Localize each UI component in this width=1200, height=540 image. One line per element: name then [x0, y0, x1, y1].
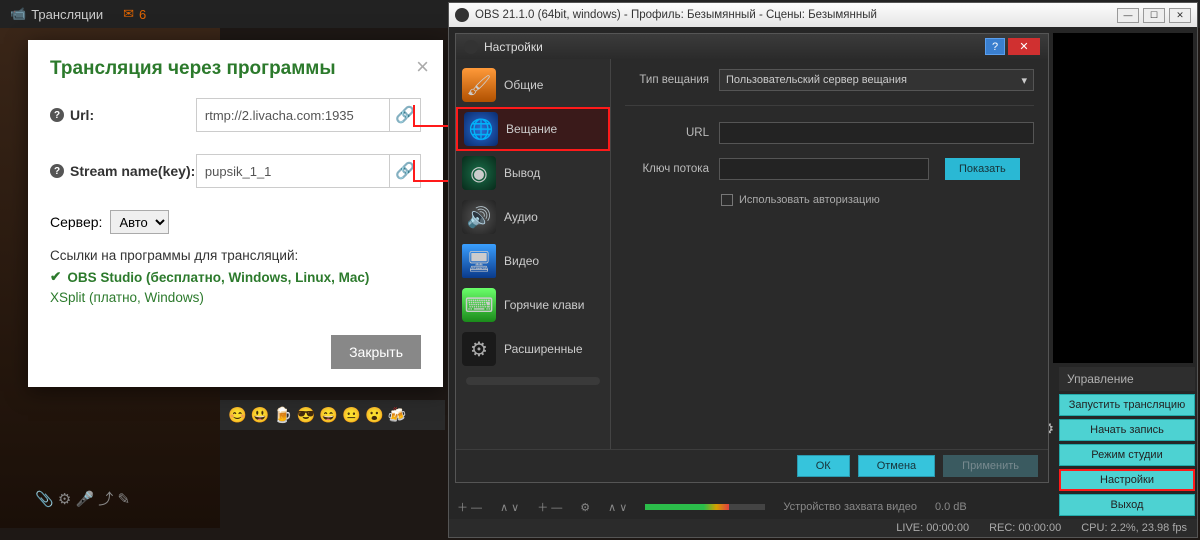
obs-key-input[interactable]	[719, 158, 929, 180]
nav-general[interactable]: 🖌Общие	[456, 63, 610, 107]
obs-url-input[interactable]	[719, 122, 1034, 144]
mixer-bar: ＋ — ∧ ∨ ＋ — ⚙ ∧ ∨ Устройство захвата вид…	[451, 497, 1195, 517]
close-button[interactable]: ✕	[1169, 8, 1191, 23]
help-button[interactable]: ?	[985, 38, 1005, 55]
server-label: Сервер:	[50, 214, 102, 230]
mixer-db: 0.0 dB	[935, 501, 967, 513]
nav-output[interactable]: ◉Вывод	[456, 151, 610, 195]
controls-heading: Управление	[1059, 367, 1195, 391]
start-stream-button[interactable]: Запустить трансляцию	[1059, 394, 1195, 416]
nav-hotkeys[interactable]: ⌨Горячие клави	[456, 283, 610, 327]
help-icon[interactable]: ?	[50, 164, 64, 178]
key-label: ?Stream name(key):	[50, 163, 196, 179]
audio-slider[interactable]	[645, 504, 765, 510]
server-select[interactable]: Авто	[110, 210, 169, 234]
scrollbar[interactable]	[466, 377, 600, 385]
nav-advanced[interactable]: ⚙Расширенные	[456, 327, 610, 371]
mail-indicator[interactable]: ✉6	[123, 6, 146, 22]
studio-mode-button[interactable]: Режим студии	[1059, 444, 1195, 466]
emoji-row: 😊 😃 🍺 😎 😄 😐 😮 🍻	[220, 400, 445, 430]
url-input[interactable]	[196, 98, 390, 132]
add-source-button[interactable]: ＋ —	[457, 499, 482, 515]
status-live: LIVE: 00:00:00	[896, 522, 969, 534]
copy-key-button[interactable]: 🔗	[390, 154, 421, 188]
key-label: Ключ потока	[625, 163, 709, 175]
show-key-button[interactable]: Показать	[945, 158, 1020, 180]
modal-title: Трансляция через программы	[50, 58, 421, 80]
stream-type-select[interactable]: Пользовательский сервер вещания▾	[719, 69, 1034, 91]
settings-title: Настройки	[484, 40, 543, 54]
obs-window: OBS 21.1.0 (64bit, windows) - Профиль: Б…	[448, 2, 1198, 538]
settings-titlebar[interactable]: Настройки ? ✕	[456, 34, 1048, 59]
auth-checkbox[interactable]	[721, 194, 733, 206]
close-icon[interactable]: ×	[416, 54, 429, 80]
settings-form: Тип вещания Пользовательский сервер веща…	[611, 59, 1048, 449]
url-label: URL	[625, 127, 709, 139]
status-bar: LIVE: 00:00:00 REC: 00:00:00 CPU: 2.2%, …	[449, 519, 1197, 537]
gear-icon[interactable]: ⚙	[580, 501, 590, 514]
auth-label: Использовать авторизацию	[739, 194, 880, 206]
help-icon[interactable]: ?	[50, 108, 64, 122]
obs-titlebar[interactable]: OBS 21.1.0 (64bit, windows) - Профиль: Б…	[449, 3, 1197, 27]
obs-icon	[455, 8, 469, 22]
check-icon: ✔	[50, 269, 61, 285]
settings-button[interactable]: Настройки	[1059, 469, 1195, 491]
mixer-device: Устройство захвата видео	[783, 501, 917, 513]
settings-nav: 🖌Общие 🌐Вещание ◉Вывод 🔊Аудио 🖥Видео ⌨Го…	[456, 59, 611, 449]
controls-panel: Управление Запустить трансляцию Начать з…	[1059, 367, 1195, 516]
xsplit-link[interactable]: XSplit (платно, Windows)	[50, 290, 421, 305]
url-label: ?Url:	[50, 107, 196, 123]
nav-stream[interactable]: 🌐Вещание	[456, 107, 610, 151]
stream-programs-modal: × Трансляция через программы ?Url: 🔗 ?St…	[28, 40, 443, 387]
settings-dialog: Настройки ? ✕ 🖌Общие 🌐Вещание ◉Вывод 🔊Ау…	[455, 33, 1049, 483]
maximize-button[interactable]: ☐	[1143, 8, 1165, 23]
stream-key-input[interactable]	[196, 154, 390, 188]
preview-area[interactable]	[1053, 33, 1193, 363]
obs-icon	[464, 40, 478, 54]
add-source-button[interactable]: ＋ —	[537, 499, 562, 515]
toolbar-icons: 📎 ⚙ 🎤 ⤴ ✎	[35, 488, 130, 509]
status-rec: REC: 00:00:00	[989, 522, 1061, 534]
obs-link[interactable]: ✔OBS Studio (бесплатно, Windows, Linux, …	[50, 269, 421, 285]
nav-audio[interactable]: 🔊Аудио	[456, 195, 610, 239]
minimize-button[interactable]: —	[1117, 8, 1139, 23]
nav-video[interactable]: 🖥Видео	[456, 239, 610, 283]
links-heading: Ссылки на программы для трансляций:	[50, 248, 421, 263]
obs-title: OBS 21.1.0 (64bit, windows) - Профиль: Б…	[475, 9, 877, 21]
tab-broadcasts[interactable]: 📹 Трансляции	[10, 6, 103, 22]
close-button[interactable]: Закрыть	[331, 335, 421, 369]
cancel-button[interactable]: Отмена	[858, 455, 935, 477]
close-button[interactable]: ✕	[1008, 38, 1040, 55]
chevron-down-icon: ▾	[1021, 74, 1027, 87]
stream-type-label: Тип вещания	[625, 74, 709, 86]
ok-button[interactable]: ОК	[797, 455, 850, 477]
apply-button[interactable]: Применить	[943, 455, 1038, 477]
start-record-button[interactable]: Начать запись	[1059, 419, 1195, 441]
status-cpu: CPU: 2.2%, 23.98 fps	[1081, 522, 1187, 534]
